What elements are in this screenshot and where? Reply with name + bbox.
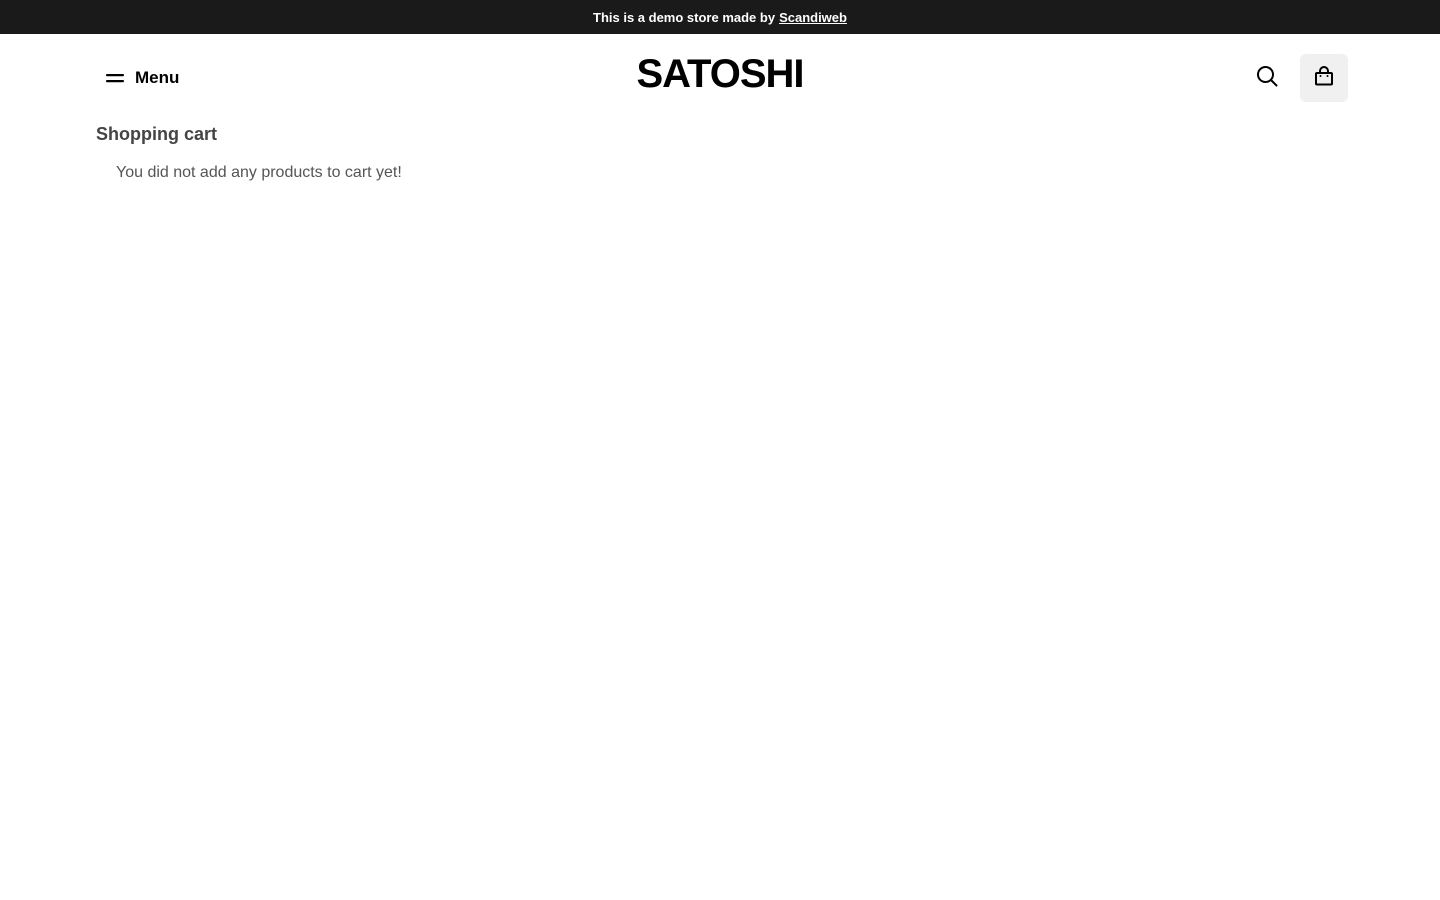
hamburger-icon [106, 71, 124, 85]
menu-button[interactable]: Menu [96, 58, 189, 98]
cart-button[interactable] [1300, 54, 1348, 102]
cart-page: Shopping cart You did not add any produc… [96, 122, 1344, 184]
menu-label: Menu [135, 68, 180, 87]
site-header: Menu SATOSHI [0, 34, 1440, 122]
store-logo[interactable]: SATOSHI [636, 52, 804, 96]
page-title: Shopping cart [96, 124, 217, 144]
logo-container: SATOSHI [0, 52, 1440, 97]
promo-bar: This is a demo store made by Scandiweb [0, 0, 1440, 34]
search-icon [1256, 65, 1278, 92]
empty-cart-message: You did not add any products to cart yet… [116, 164, 402, 181]
search-button[interactable] [1243, 54, 1291, 102]
scandiweb-link[interactable]: Scandiweb [779, 10, 847, 25]
shopping-bag-icon [1314, 65, 1334, 91]
promo-text: This is a demo store made by [593, 9, 776, 25]
